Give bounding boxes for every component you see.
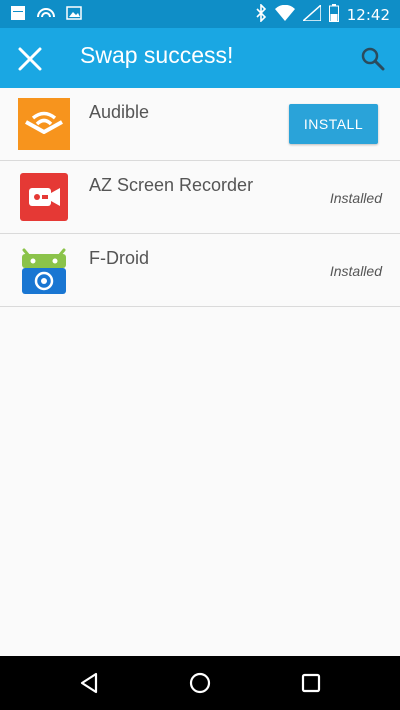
- list-item[interactable]: AZ Screen Recorder Installed: [0, 161, 400, 234]
- close-icon: [18, 47, 42, 71]
- app-name: F-Droid: [89, 248, 150, 268]
- app-list: Audible INSTALL AZ Screen Recorder Insta…: [0, 88, 400, 307]
- signal-icon: [300, 3, 322, 25]
- install-status: Installed: [329, 190, 382, 206]
- search-button[interactable]: [360, 46, 386, 72]
- back-icon: [80, 672, 98, 694]
- status-bar-notifications: [10, 5, 82, 25]
- app-bar: Swap success!: [0, 28, 400, 88]
- app-name: AZ Screen Recorder: [89, 175, 254, 195]
- f-droid-icon: [18, 244, 70, 296]
- audible-icon: [18, 98, 70, 150]
- status-bar-system: 12:42: [255, 3, 390, 26]
- battery-icon: [328, 4, 339, 26]
- app-name: Audible: [89, 102, 150, 122]
- close-button[interactable]: [15, 44, 45, 74]
- recents-button[interactable]: [297, 669, 325, 697]
- recents-icon: [301, 673, 321, 693]
- back-button[interactable]: [76, 669, 104, 697]
- image-icon: [66, 5, 82, 25]
- navigation-bar: [0, 656, 400, 710]
- home-icon: [189, 672, 211, 694]
- list-item[interactable]: Audible INSTALL: [0, 88, 400, 161]
- status-bar: 12:42: [0, 0, 400, 28]
- az-screen-recorder-icon: [18, 171, 70, 223]
- install-status: Installed: [329, 263, 382, 279]
- clock: 12:42: [346, 6, 390, 24]
- wifi-icon: [274, 4, 295, 25]
- list-item[interactable]: F-Droid Installed: [0, 234, 400, 307]
- install-button[interactable]: INSTALL: [289, 104, 378, 144]
- calendar-icon: [10, 5, 26, 25]
- signal-arc-icon: [36, 5, 56, 25]
- bluetooth-icon: [255, 3, 267, 26]
- home-button[interactable]: [186, 669, 214, 697]
- page-title: Swap success!: [80, 42, 234, 68]
- search-icon: [361, 47, 385, 71]
